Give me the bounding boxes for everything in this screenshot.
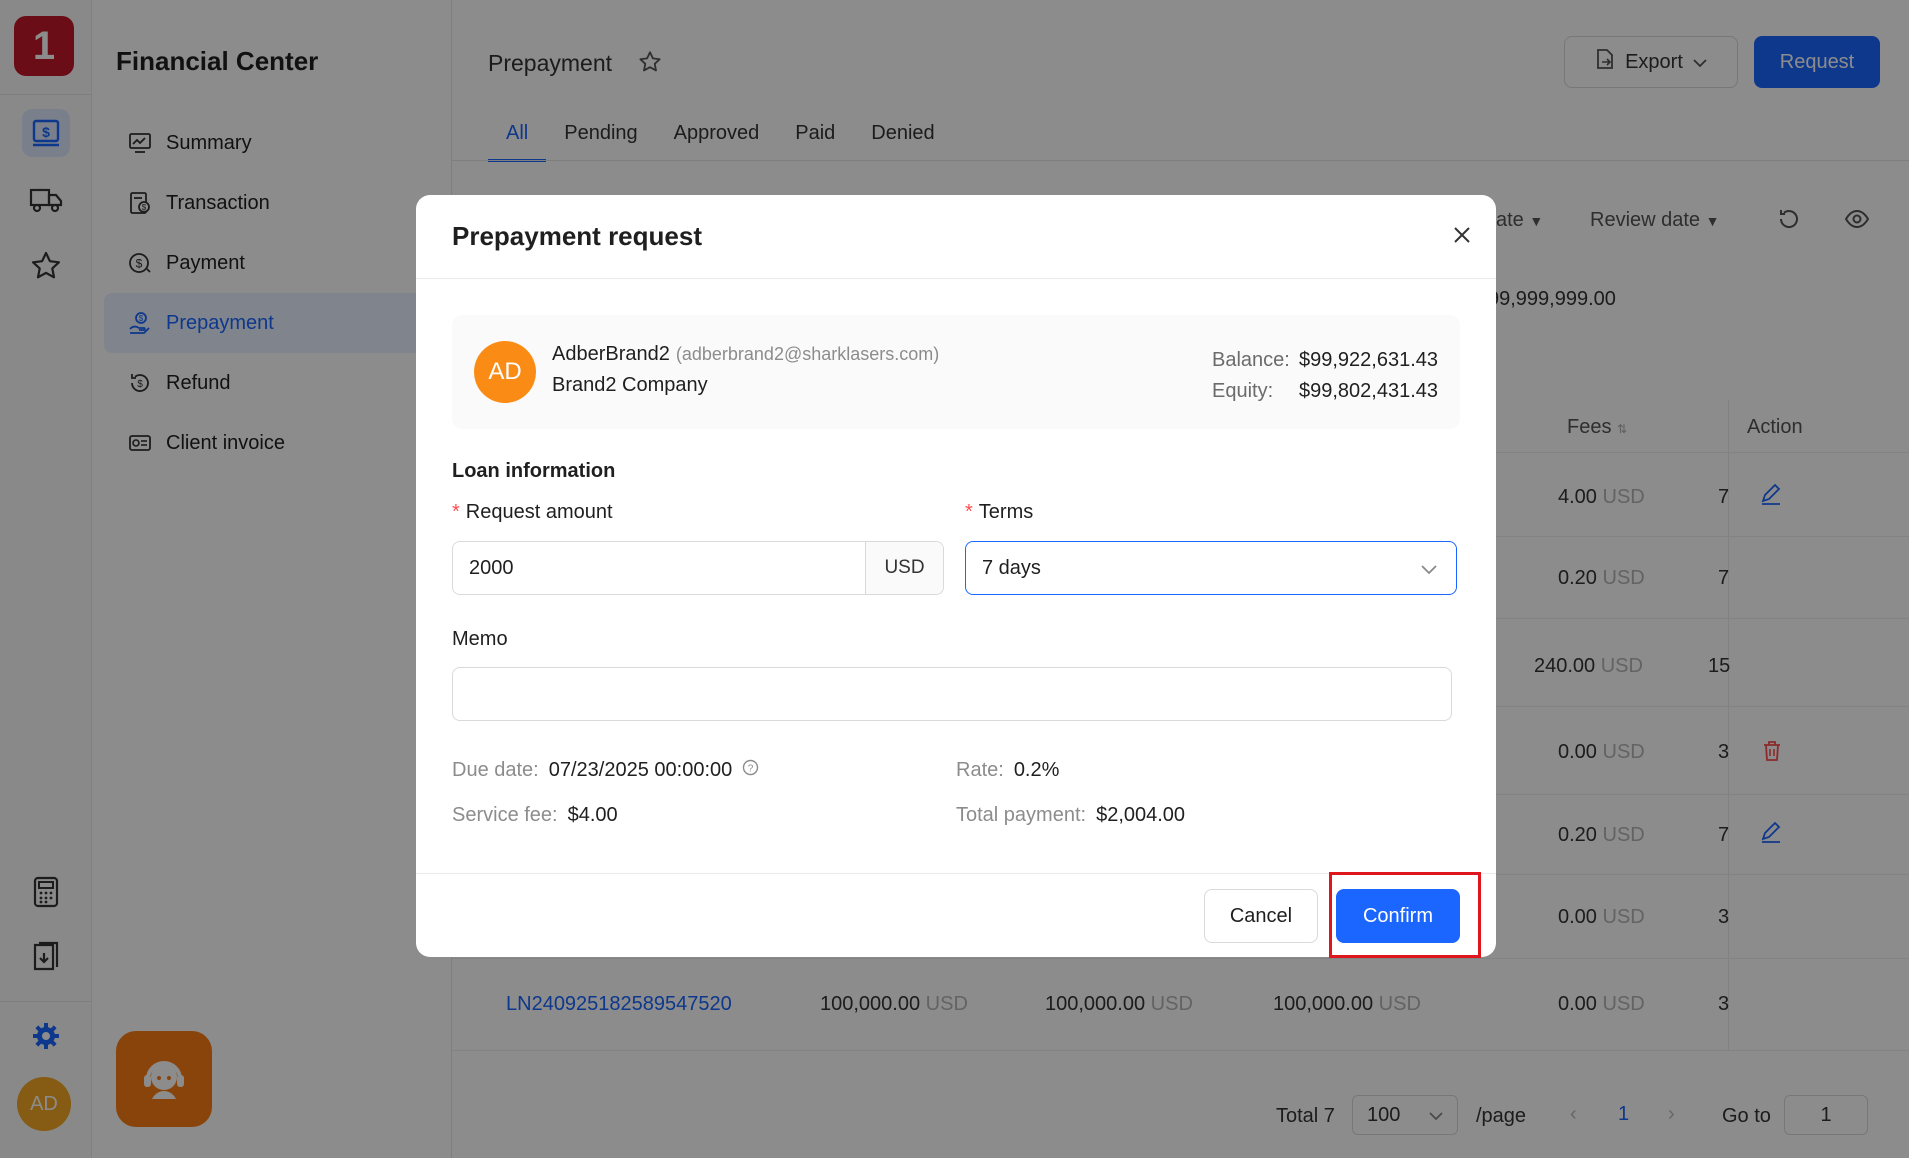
balance-value: $99,922,631.43 (1298, 349, 1438, 371)
service-fee-row: Service fee: $4.00 (452, 804, 618, 827)
terms-select[interactable]: 7 days (965, 541, 1457, 595)
close-icon[interactable] (1446, 219, 1478, 251)
dialog-title: Prepayment request (452, 221, 702, 251)
chevron-down-icon (1420, 558, 1438, 581)
confirm-button[interactable]: Confirm (1336, 889, 1460, 943)
prepayment-request-dialog: Prepayment request AD AdberBrand2 (adberb… (416, 195, 1496, 957)
request-amount-label: * Request amount (452, 501, 613, 524)
required-marker: * (452, 501, 460, 523)
account-name-line: AdberBrand2 (adberbrand2@sharklasers.com) (552, 343, 939, 366)
account-email: (adberbrand2@sharklasers.com) (675, 344, 940, 364)
due-date-value: 07/23/2025 00:00:00 (548, 759, 733, 781)
account-summary-card: AD AdberBrand2 (adberbrand2@sharklasers.c… (452, 315, 1460, 429)
account-avatar: AD (474, 341, 536, 403)
memo-input[interactable] (452, 667, 1452, 721)
terms-text: Terms (978, 501, 1034, 523)
cancel-button[interactable]: Cancel (1204, 889, 1318, 943)
total-payment-value: $2,004.00 (1096, 804, 1186, 826)
equity-value: $99,802,431.43 (1298, 380, 1438, 402)
account-company: Brand2 Company (552, 374, 708, 396)
svg-text:?: ? (748, 764, 754, 775)
terms-label: * Terms (965, 501, 1033, 524)
dialog-header-divider (416, 278, 1496, 279)
required-marker: * (965, 501, 973, 523)
request-amount-field: USD (452, 541, 944, 595)
info-circle-icon[interactable]: ? (742, 759, 759, 782)
terms-value: 7 days (982, 556, 1041, 579)
total-payment-row: Total payment: $2,004.00 (956, 804, 1185, 827)
dialog-footer-divider (416, 873, 1496, 874)
total-payment-label: Total payment: (956, 804, 1087, 826)
rate-value: 0.2% (1013, 759, 1060, 781)
rate-row: Rate: 0.2% (956, 759, 1059, 782)
equity-label: Equity: (1212, 380, 1274, 402)
balance-label: Balance: (1212, 349, 1290, 371)
loan-information-heading: Loan information (452, 460, 616, 482)
service-fee-label: Service fee: (452, 804, 558, 826)
service-fee-value: $4.00 (567, 804, 618, 826)
rate-label: Rate: (956, 759, 1004, 781)
due-date-label: Due date: (452, 759, 539, 781)
due-date-row: Due date: 07/23/2025 00:00:00 ? (452, 759, 759, 782)
currency-addon: USD (865, 542, 943, 594)
account-name: AdberBrand2 (552, 343, 670, 365)
memo-label: Memo (452, 628, 508, 650)
request-amount-text: Request amount (465, 501, 613, 523)
request-amount-input[interactable] (453, 542, 865, 594)
